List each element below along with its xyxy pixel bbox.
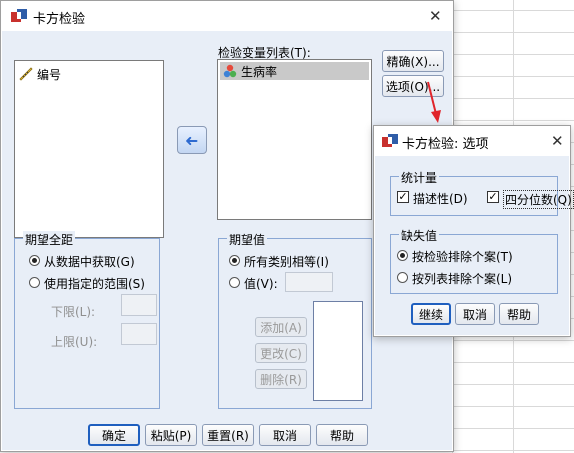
annotation-arrow [427, 81, 441, 123]
options-cancel-button[interactable]: 取消 [455, 303, 495, 325]
test-variable-list[interactable]: 生病率 [217, 59, 372, 220]
lower-input[interactable] [121, 294, 157, 316]
source-variable-list[interactable]: 编号 [14, 60, 164, 238]
exclude-listwise-radio[interactable] [397, 272, 408, 283]
use-range-label: 使用指定的范围(S) [44, 277, 145, 291]
value-radio[interactable] [229, 277, 240, 288]
quartiles-label: 四分位数(Q) [503, 190, 574, 209]
spss-app-icon [382, 134, 398, 147]
ok-button[interactable]: 确定 [88, 424, 140, 446]
exact-button[interactable]: 精确(X)... [382, 50, 444, 72]
options-dialog-title: 卡方检验: 选项 [402, 137, 489, 152]
spss-app-icon [11, 9, 27, 22]
expected-range-legend: 期望全距 [23, 231, 76, 248]
expected-values-legend: 期望值 [227, 231, 268, 248]
add-button[interactable]: 添加(A) [255, 317, 307, 337]
list-item-label: 生病率 [241, 64, 278, 79]
options-title-bar: 卡方检验: 选项 ✕ [374, 126, 570, 156]
from-data-radio[interactable] [29, 255, 40, 266]
descriptive-label: 描述性(D) [413, 192, 468, 206]
options-dialog: 卡方检验: 选项 ✕ 统计量 ✓ 描述性(D) ✓ 四分位数(Q) 缺失值 按检… [373, 125, 574, 337]
exclude-by-test-label: 按检验排除个案(T) [412, 250, 513, 264]
upper-label: 上限(U): [51, 335, 98, 349]
options-help-button[interactable]: 帮助 [499, 303, 539, 325]
descriptive-checkbox[interactable]: ✓ [397, 191, 409, 203]
arrow-right-icon: ➜ [185, 130, 199, 150]
expected-values-group: 期望值 所有类别相等(I) 值(V): 添加(A) 更改(C) 删除(R) [218, 231, 372, 409]
value-label: 值(V): [244, 277, 278, 291]
move-arrow-button[interactable]: ➜ [177, 126, 207, 154]
dialog-title: 卡方检验 [33, 12, 86, 27]
list-item[interactable]: 生病率 [220, 62, 369, 80]
quartiles-checkbox[interactable]: ✓ [487, 191, 499, 203]
exclude-listwise-label: 按列表排除个案(L) [412, 272, 513, 286]
reset-button[interactable]: 重置(R) [202, 424, 254, 446]
list-item-label: 编号 [37, 67, 62, 82]
all-equal-radio[interactable] [229, 255, 240, 266]
value-input[interactable] [285, 272, 333, 292]
paste-button[interactable]: 粘贴(P) [145, 424, 197, 446]
ruler-icon [19, 67, 33, 81]
use-range-radio[interactable] [29, 277, 40, 288]
cancel-button[interactable]: 取消 [259, 424, 311, 446]
close-icon[interactable]: ✕ [429, 7, 442, 25]
missing-values-group: 缺失值 按检验排除个案(T) 按列表排除个案(L) [390, 227, 558, 294]
help-button[interactable]: 帮助 [316, 424, 368, 446]
nominal-variable-icon [223, 64, 237, 78]
change-button[interactable]: 更改(C) [255, 343, 307, 363]
upper-input[interactable] [121, 323, 157, 345]
from-data-label: 从数据中获取(G) [44, 255, 135, 269]
all-equal-label: 所有类别相等(I) [244, 255, 329, 269]
title-bar: 卡方检验 ✕ [1, 1, 453, 31]
missing-values-legend: 缺失值 [399, 227, 440, 244]
list-item[interactable]: 编号 [19, 65, 61, 83]
continue-button[interactable]: 继续 [411, 303, 451, 325]
lower-label: 下限(L): [51, 305, 96, 319]
expected-values-list[interactable] [313, 301, 363, 401]
statistics-group: 统计量 ✓ 描述性(D) ✓ 四分位数(Q) [390, 169, 574, 216]
options-body: 统计量 ✓ 描述性(D) ✓ 四分位数(Q) 缺失值 按检验排除个案(T) 按列… [375, 156, 574, 335]
expected-range-group: 期望全距 从数据中获取(G) 使用指定的范围(S) 下限(L): 上限(U): [14, 231, 160, 409]
statistics-legend: 统计量 [399, 169, 440, 186]
close-icon[interactable]: ✕ [551, 132, 564, 150]
exclude-by-test-radio[interactable] [397, 250, 408, 261]
remove-button[interactable]: 删除(R) [255, 369, 307, 389]
